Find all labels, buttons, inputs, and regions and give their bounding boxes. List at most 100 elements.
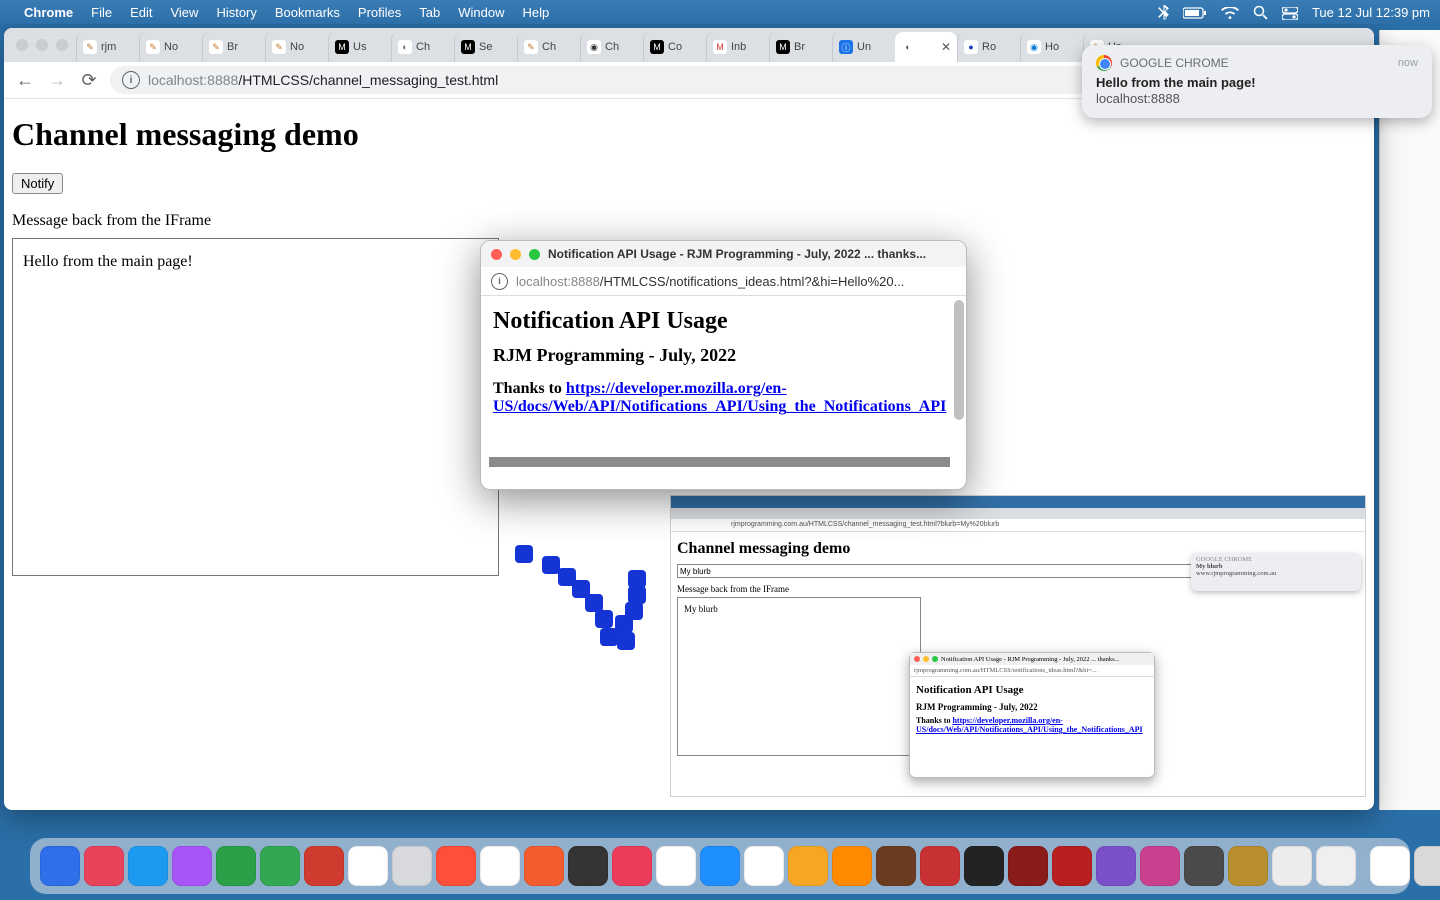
dock-app-icon[interactable] — [920, 846, 960, 886]
dock-app-icon[interactable] — [964, 846, 1004, 886]
popup-address-bar[interactable]: i localhost:8888/HTMLCSS/notifications_i… — [481, 267, 966, 296]
dock-app-icon[interactable] — [480, 846, 520, 886]
forward-button[interactable]: → — [46, 70, 68, 91]
tab-favicon: M — [650, 40, 664, 54]
dock-app-icon[interactable] — [40, 846, 80, 886]
popup-scrollbar[interactable] — [954, 300, 964, 455]
tab-label: No — [290, 41, 304, 53]
tab-favicon: ◉ — [1027, 40, 1041, 54]
message-label: Message back from the IFrame — [12, 212, 1366, 230]
menubar-window[interactable]: Window — [458, 5, 504, 20]
dock-app-icon[interactable] — [1316, 846, 1356, 886]
dock-app-icon[interactable] — [128, 846, 168, 886]
browser-tab[interactable]: ✎ Br — [202, 32, 265, 62]
traffic-close-icon[interactable] — [16, 39, 28, 51]
browser-tab[interactable]: ◉Ho — [1020, 32, 1083, 62]
tab-label: Br — [227, 41, 238, 53]
dock-app-icon[interactable] — [1370, 846, 1410, 886]
menubar-tab[interactable]: Tab — [419, 5, 440, 20]
menubar-help[interactable]: Help — [523, 5, 550, 20]
dock-app-icon[interactable] — [1184, 846, 1224, 886]
macos-dock[interactable] — [30, 838, 1410, 894]
dock-app-icon[interactable] — [1052, 846, 1092, 886]
browser-tab[interactable]: ◉Ch — [580, 32, 643, 62]
dock-app-icon[interactable] — [656, 846, 696, 886]
tab-favicon: M — [776, 40, 790, 54]
popup-max-icon[interactable] — [529, 249, 540, 260]
browser-tab[interactable]: MUs — [328, 32, 391, 62]
control-center-icon[interactable] — [1282, 4, 1298, 19]
bluetooth-icon[interactable] — [1158, 4, 1169, 20]
dock-app-icon[interactable] — [524, 846, 564, 886]
browser-tab[interactable]: ◐Ch — [391, 32, 454, 62]
popup-thanks-line: Thanks to https://developer.mozilla.org/… — [493, 380, 954, 416]
browser-tab[interactable]: MCo — [643, 32, 706, 62]
dock-app-icon[interactable] — [348, 846, 388, 886]
dock-app-icon[interactable] — [84, 846, 124, 886]
browser-tab[interactable]: MInb — [706, 32, 769, 62]
menubar-view[interactable]: View — [170, 5, 198, 20]
menubar-profiles[interactable]: Profiles — [358, 5, 401, 20]
spotlight-icon[interactable] — [1253, 4, 1268, 20]
dock-app-icon[interactable] — [1140, 846, 1180, 886]
wifi-icon[interactable] — [1221, 4, 1239, 19]
browser-tab[interactable]: MSe — [454, 32, 517, 62]
dock-app-icon[interactable] — [216, 846, 256, 886]
notify-button[interactable]: Notify — [12, 173, 63, 194]
browser-tab[interactable]: ✎rjm — [76, 32, 139, 62]
tab-close-icon[interactable]: ✕ — [941, 40, 951, 54]
nested-popup-h3: RJM Programming - July, 2022 — [916, 702, 1148, 712]
dock-app-icon[interactable] — [172, 846, 212, 886]
dock-app-icon[interactable] — [260, 846, 300, 886]
menubar-file[interactable]: File — [91, 5, 112, 20]
tab-favicon: M — [461, 40, 475, 54]
notification-toast[interactable]: GOOGLE CHROME now Hello from the main pa… — [1082, 45, 1432, 118]
popup-titlebar[interactable]: Notification API Usage - RJM Programming… — [481, 241, 966, 267]
menubar-bookmarks[interactable]: Bookmarks — [275, 5, 340, 20]
dock-app-icon[interactable] — [568, 846, 608, 886]
tab-label: rjm — [101, 41, 116, 53]
traffic-max-icon[interactable] — [56, 39, 68, 51]
back-button[interactable]: ← — [14, 70, 36, 91]
browser-tab[interactable]: ◐✕ — [895, 32, 957, 62]
popup-min-icon[interactable] — [510, 249, 521, 260]
browser-tab[interactable]: ✎No — [139, 32, 202, 62]
browser-tab[interactable]: ●Ro — [957, 32, 1020, 62]
dock-app-icon[interactable] — [612, 846, 652, 886]
dock-app-icon[interactable] — [1414, 846, 1440, 886]
battery-icon[interactable] — [1183, 5, 1207, 20]
dock-app-icon[interactable] — [392, 846, 432, 886]
menubar-clock[interactable]: Tue 12 Jul 12:39 pm — [1312, 5, 1430, 20]
dock-app-icon[interactable] — [700, 846, 740, 886]
browser-tab[interactable]: ✎No — [265, 32, 328, 62]
menubar-edit[interactable]: Edit — [130, 5, 152, 20]
popup-window[interactable]: Notification API Usage - RJM Programming… — [480, 240, 967, 490]
dock-app-icon[interactable] — [1096, 846, 1136, 886]
dock-app-icon[interactable] — [1008, 846, 1048, 886]
dock-app-icon[interactable] — [788, 846, 828, 886]
dock-app-icon[interactable] — [876, 846, 916, 886]
tab-favicon: ✎ — [209, 40, 223, 54]
chrome-icon — [1096, 55, 1112, 71]
popup-site-info-icon[interactable]: i — [491, 273, 508, 290]
menubar-app[interactable]: Chrome — [24, 5, 73, 20]
site-info-icon[interactable]: i — [122, 71, 140, 89]
dock-app-icon[interactable] — [832, 846, 872, 886]
popup-close-icon[interactable] — [491, 249, 502, 260]
browser-tab[interactable]: ✎Ch — [517, 32, 580, 62]
dock-app-icon[interactable] — [1272, 846, 1312, 886]
dock-app-icon[interactable] — [1228, 846, 1268, 886]
dock-app-icon[interactable] — [304, 846, 344, 886]
nested-toast: GOOGLE CHROME My blurb www.rjmprogrammin… — [1191, 553, 1361, 591]
dock-app-icon[interactable] — [436, 846, 476, 886]
tab-label: No — [164, 41, 178, 53]
browser-tab[interactable]: MBr — [769, 32, 832, 62]
menubar-history[interactable]: History — [216, 5, 256, 20]
traffic-min-icon[interactable] — [36, 39, 48, 51]
reload-button[interactable]: ⟳ — [78, 70, 100, 91]
dock-app-icon[interactable] — [744, 846, 784, 886]
window-traffic-lights[interactable] — [12, 28, 76, 62]
macos-menubar: Chrome File Edit View History Bookmarks … — [0, 0, 1440, 24]
browser-tab[interactable]: ⓘUn — [832, 32, 895, 62]
nested-iframe: My blurb — [677, 597, 921, 756]
